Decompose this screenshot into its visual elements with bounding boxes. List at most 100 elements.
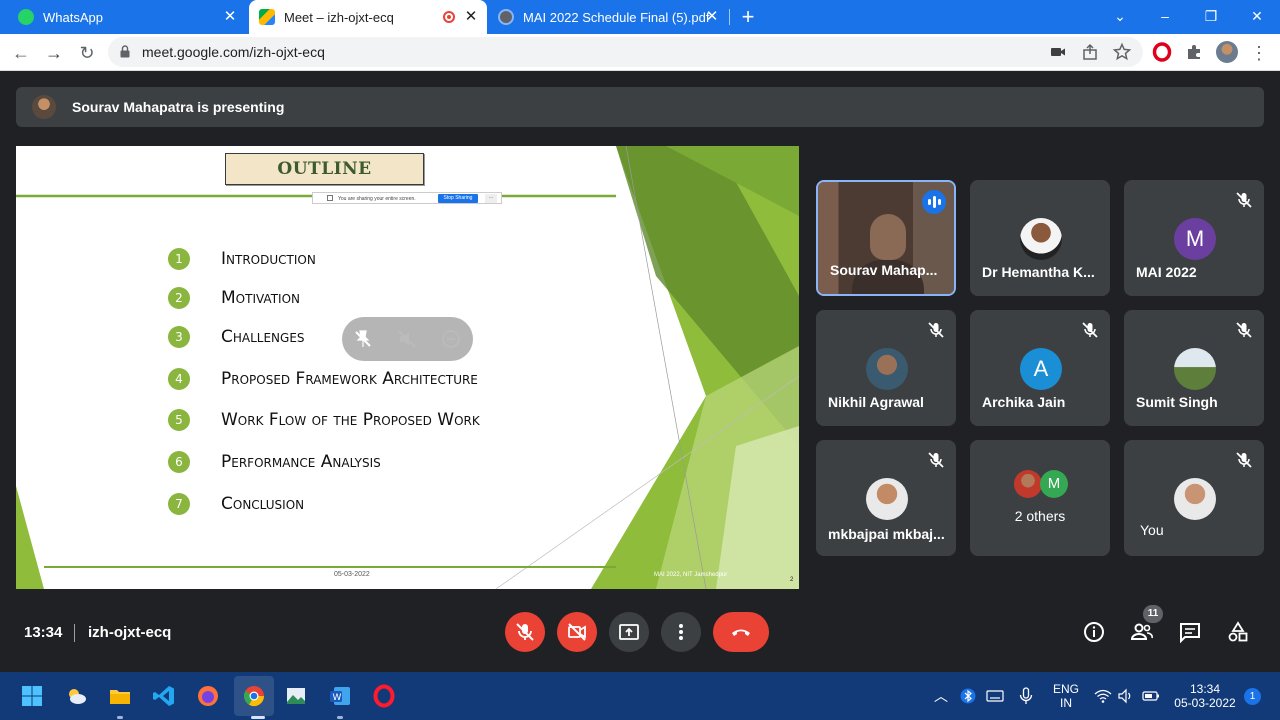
people-count-badge: 11	[1143, 605, 1163, 623]
bluetooth-icon[interactable]	[960, 688, 976, 704]
camera-toggle-button[interactable]	[557, 612, 597, 652]
participant-tile[interactable]: Sourav Mahap...	[816, 180, 956, 296]
restore-icon[interactable]: ❐	[1188, 4, 1234, 28]
close-icon[interactable]: ✕	[222, 9, 238, 25]
notification-badge[interactable]: 1	[1244, 688, 1261, 705]
participant-name: Archika Jain	[982, 394, 1066, 410]
outline-item: 6 Performance Analysis	[168, 450, 381, 474]
item-label: Challenges	[221, 327, 305, 347]
window-close-icon[interactable]: ✕	[1234, 4, 1280, 28]
meeting-info-icon[interactable]	[1082, 620, 1106, 644]
vscode-icon[interactable]	[152, 684, 176, 708]
camera-off-icon	[568, 623, 586, 641]
participant-avatar: M	[1040, 470, 1068, 498]
participant-tile[interactable]: Dr Hemantha K...	[970, 180, 1110, 296]
participant-avatar	[866, 478, 908, 520]
participant-avatar: M	[1174, 218, 1216, 260]
leave-call-button[interactable]	[713, 612, 769, 652]
participant-tile[interactable]: Sumit Singh	[1124, 310, 1264, 426]
remove-icon[interactable]	[440, 328, 462, 350]
tab-pdf[interactable]: MAI 2022 Schedule Final (5).pdf ✕	[490, 0, 728, 34]
others-count: 2 others	[1014, 508, 1066, 524]
bookmark-star-icon[interactable]	[1112, 42, 1132, 62]
outline-item: 4 Proposed Framework Architecture	[168, 367, 478, 391]
google-meet-icon	[259, 9, 275, 25]
opera-extension-icon[interactable]	[1152, 42, 1172, 62]
mic-toggle-button[interactable]	[505, 612, 545, 652]
present-screen-button[interactable]	[609, 612, 649, 652]
word-icon[interactable]: W	[328, 684, 352, 708]
mic-off-icon	[516, 623, 534, 641]
tab-title: MAI 2022 Schedule Final (5).pdf	[523, 9, 710, 25]
item-number: 6	[168, 451, 190, 473]
outline-item: 2 Motivation	[168, 286, 300, 310]
weather-icon[interactable]	[64, 684, 88, 708]
mic-off-icon	[1236, 322, 1252, 338]
sharing-notice-text: You are sharing your entire screen.	[338, 196, 416, 202]
participant-tile[interactable]: M 2 others	[970, 440, 1110, 556]
speaking-indicator-icon	[922, 190, 946, 214]
participant-tile[interactable]: A Archika Jain	[970, 310, 1110, 426]
participant-tile[interactable]: M MAI 2022	[1124, 180, 1264, 296]
volume-icon[interactable]	[1118, 688, 1134, 704]
sharing-more-button[interactable]: ...	[485, 194, 497, 203]
file-explorer-icon[interactable]	[108, 684, 132, 708]
item-label: Performance Analysis	[221, 452, 381, 472]
share-icon[interactable]	[1080, 42, 1100, 62]
participant-tile[interactable]: Nikhil Agrawal	[816, 310, 956, 426]
wifi-icon[interactable]	[1094, 688, 1112, 704]
region-code: IN	[1060, 696, 1072, 710]
item-number: 1	[168, 248, 190, 270]
divider	[74, 624, 75, 642]
new-tab-button[interactable]: +	[736, 0, 760, 34]
language-indicator[interactable]: ENG IN	[1050, 682, 1082, 710]
meeting-clock: 13:34	[24, 624, 63, 641]
forward-icon[interactable]: →	[41, 40, 67, 66]
tab-meet[interactable]: Meet – izh-ojxt-ecq ✕	[249, 0, 487, 34]
system-clock[interactable]: 13:34 05-03-2022	[1172, 682, 1238, 710]
keyboard-icon[interactable]	[986, 688, 1004, 704]
reload-icon[interactable]: ↻	[74, 40, 100, 66]
battery-icon[interactable]	[1142, 688, 1160, 704]
opera-icon[interactable]	[372, 684, 396, 708]
stop-sharing-button[interactable]: Stop Sharing	[438, 194, 478, 203]
taskbar-time: 13:34	[1189, 682, 1221, 696]
windows-start-icon[interactable]	[20, 684, 44, 708]
unpin-icon[interactable]	[352, 328, 374, 350]
item-label: Proposed Framework Architecture	[221, 369, 478, 389]
more-options-button[interactable]	[661, 612, 701, 652]
participant-avatar	[866, 348, 908, 390]
tab-title: Meet – izh-ojxt-ecq	[284, 9, 394, 25]
chat-icon[interactable]	[1178, 620, 1202, 644]
back-icon[interactable]: ←	[8, 40, 34, 66]
microphone-icon[interactable]	[1018, 687, 1034, 705]
language-code: ENG	[1052, 682, 1079, 696]
mute-audio-icon[interactable]	[396, 328, 418, 350]
participant-avatar	[1174, 348, 1216, 390]
tab-whatsapp[interactable]: WhatsApp ✕	[8, 0, 246, 34]
photos-app-icon[interactable]	[284, 684, 308, 708]
outline-item: 7 Conclusion	[168, 492, 304, 516]
participant-name: You	[1140, 522, 1164, 538]
omnibox[interactable]: meet.google.com/izh-ojxt-ecq	[108, 37, 1143, 67]
camera-icon[interactable]	[1048, 42, 1068, 62]
participant-tile-self[interactable]: You	[1124, 440, 1264, 556]
activities-icon[interactable]	[1226, 620, 1250, 644]
firefox-icon[interactable]	[196, 684, 220, 708]
chrome-icon[interactable]	[242, 684, 266, 708]
item-number: 3	[168, 326, 190, 348]
minimize-icon[interactable]: –	[1142, 4, 1188, 28]
extensions-puzzle-icon[interactable]	[1184, 42, 1204, 62]
item-label: Introduction	[221, 249, 316, 269]
people-icon[interactable]	[1130, 620, 1154, 644]
menu-dots-icon[interactable]: ⋮	[1246, 40, 1272, 66]
show-hidden-icons[interactable]: ︿	[934, 686, 948, 706]
close-icon[interactable]: ✕	[704, 9, 720, 25]
item-number: 2	[168, 287, 190, 309]
close-icon[interactable]: ✕	[463, 9, 479, 25]
item-label: Motivation	[221, 288, 300, 308]
tab-search-icon[interactable]: ⌄	[1097, 4, 1143, 28]
participant-tile[interactable]: mkbajpai mkbaj...	[816, 440, 956, 556]
profile-avatar[interactable]	[1216, 41, 1238, 63]
lock-icon	[120, 45, 130, 58]
